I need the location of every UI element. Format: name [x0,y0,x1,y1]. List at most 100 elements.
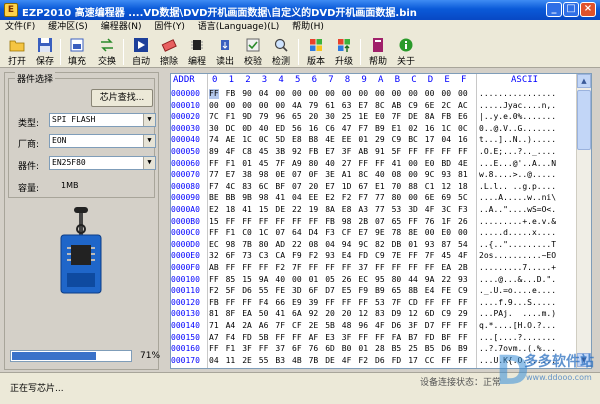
hex-byte[interactable]: 81 [209,309,219,319]
hex-byte[interactable]: 20 [342,309,352,319]
hex-byte[interactable]: E0 [441,228,451,238]
hex-byte[interactable]: B5 [392,344,402,354]
hex-byte[interactable]: 3D [408,205,418,215]
hex-byte[interactable]: 66 [275,298,285,308]
hex-byte[interactable]: 1C [242,135,252,145]
verify-button[interactable]: 校验 [242,37,264,67]
hex-byte[interactable]: 9C [425,170,435,180]
hex-byte[interactable]: FF [425,147,435,157]
hex-byte[interactable]: 18 [458,182,468,192]
type-select[interactable]: SPI FLASH ▼ [49,113,156,127]
hex-byte[interactable]: 65 [392,286,402,296]
hex-byte[interactable]: 45 [441,251,451,261]
hex-byte[interactable]: FF [408,217,418,227]
hex-byte[interactable]: 91 [375,147,385,157]
hex-byte[interactable]: 01 [358,344,368,354]
hex-byte[interactable]: 00 [342,89,352,99]
hex-byte[interactable]: 50 [259,309,269,319]
hex-byte[interactable]: DB [392,240,402,250]
hex-byte[interactable]: 81 [458,170,468,180]
hex-byte[interactable]: FF [408,251,418,261]
hex-byte[interactable]: FB [441,112,451,122]
hex-byte[interactable]: 32 [209,251,219,261]
hex-byte[interactable]: F7 [209,182,219,192]
hex-byte[interactable]: 18 [226,205,236,215]
menu-buffer[interactable]: 缓冲区(S) [43,20,93,35]
hex-byte[interactable]: FF [458,147,468,157]
hex-byte[interactable]: 45 [259,147,269,157]
hex-byte[interactable]: FF [392,263,402,273]
hex-byte[interactable]: 01 [408,240,418,250]
hex-byte[interactable]: E7 [358,228,368,238]
hex-byte[interactable]: 41 [392,159,402,169]
hex-byte[interactable]: F1 [226,344,236,354]
hex-byte[interactable]: 15 [242,275,252,285]
hex-row[interactable]: 000110 F2 5F D6 55 FE 3D 6F D7 E5 F9 B9 65 8B E4 FE C9 ._… [171,286,577,296]
hex-byte[interactable]: 79 [309,101,319,111]
hex-byte[interactable]: D6 [441,344,451,354]
hex-byte[interactable]: 1D [342,182,352,192]
help-button[interactable]: 帮助 [367,37,389,67]
hex-byte[interactable]: 20 [309,182,319,192]
hex-row[interactable]: 000030 30 DC 0D 40 ED 56 16 C6 47 F7 B9 E1 02 16 1C 0C 0.… [171,124,577,134]
hex-byte[interactable]: FF [209,344,219,354]
hex-byte[interactable]: 4F [458,251,468,261]
hex-byte[interactable]: A9 [292,159,302,169]
hex-byte[interactable]: 26 [458,217,468,227]
hex-byte[interactable]: B7 [408,333,418,343]
hex-byte[interactable]: 25 [342,112,352,122]
hex-byte[interactable]: 8C [375,101,385,111]
hex-byte[interactable]: 6A [292,309,302,319]
hex-byte[interactable]: F4 [259,298,269,308]
hex-byte[interactable]: A3 [358,205,368,215]
hex-byte[interactable]: 2E [242,356,252,366]
menu-language[interactable]: 语言(Language)(L) [193,20,284,35]
hex-byte[interactable]: 56 [292,124,302,134]
hex-byte[interactable]: FD [392,356,402,366]
hex-byte[interactable]: 65 [392,217,402,227]
hex-byte[interactable]: 07 [375,217,385,227]
hex-byte[interactable]: 00 [325,89,335,99]
hex-byte[interactable]: 45 [259,159,269,169]
hex-byte[interactable]: 3B [275,147,285,157]
device-select[interactable]: EN25F80 ▼ [49,156,156,170]
hex-byte[interactable]: 6E [425,101,435,111]
menu-programmer[interactable]: 编程器(N) [96,20,147,35]
hex-byte[interactable]: EE [342,135,352,145]
hex-byte[interactable]: FF [358,159,368,169]
hex-byte[interactable]: 00 [358,89,368,99]
hex-byte[interactable]: F2 [209,286,219,296]
hex-byte[interactable]: 4F [425,205,435,215]
hex-byte[interactable]: DE [275,205,285,215]
hex-byte[interactable]: FB [226,89,236,99]
hex-scrollbar[interactable]: ▲ ▼ [576,74,591,368]
upgrade-button[interactable]: 升级 [333,37,355,67]
hex-byte[interactable]: FF [292,333,302,343]
hex-byte[interactable]: EE [309,193,319,203]
hex-byte[interactable]: B3 [275,356,285,366]
hex-byte[interactable]: 7B [309,356,319,366]
hex-byte[interactable]: 3F [342,147,352,157]
hex-byte[interactable]: BD [441,159,451,169]
hex-byte[interactable]: 00 [408,193,418,203]
hex-byte[interactable]: FF [342,298,352,308]
hex-byte[interactable]: 3F [342,333,352,343]
hex-byte[interactable]: FF [375,263,385,273]
hex-byte[interactable]: 8A [425,112,435,122]
hex-byte[interactable]: 8F [226,309,236,319]
menu-file[interactable]: 文件(F) [0,20,40,35]
hex-byte[interactable]: FF [408,263,418,273]
hex-byte[interactable]: E7 [358,101,368,111]
hex-byte[interactable]: 4F [226,147,236,157]
hex-byte[interactable]: 01 [242,159,252,169]
hex-byte[interactable]: 7F [392,112,402,122]
hex-byte[interactable]: 7F [425,251,435,261]
version-button[interactable]: 版本 [305,37,327,67]
hex-byte[interactable]: FF [209,89,219,99]
hex-byte[interactable]: 00 [392,89,402,99]
hex-byte[interactable]: 16 [458,135,468,145]
hex-byte[interactable]: C9 [392,135,402,145]
hex-byte[interactable]: 73 [242,251,252,261]
hex-byte[interactable]: 92 [309,309,319,319]
hex-byte[interactable]: 17 [408,356,418,366]
